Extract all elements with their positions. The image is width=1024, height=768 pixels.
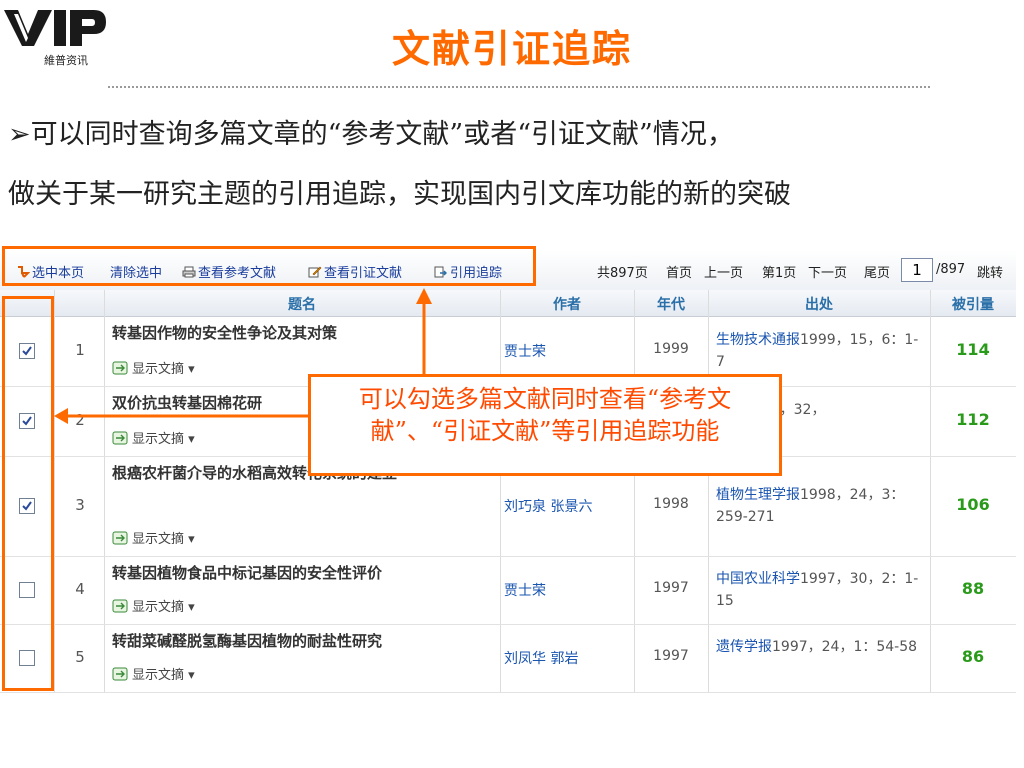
row-year: 1997 [653, 580, 689, 596]
column-cited[interactable]: 被引量 [930, 294, 1016, 314]
pager-page-total: /897 [936, 262, 966, 277]
pager-last[interactable]: 尾页 [864, 262, 890, 281]
show-abstract-label: 显示文摘 [132, 432, 185, 447]
row-cited-count[interactable]: 106 [930, 495, 1016, 514]
row-year: 1998 [653, 496, 689, 512]
table-row: 4 转基因植物食品中标记基因的安全性评价 显示文摘 ▾ 贾士荣 1997 中国农业科学19… [0, 556, 1016, 625]
row-cited-count[interactable]: 86 [930, 647, 1016, 666]
row-source: 生物技术通报1999，15，6：1-7 [716, 329, 926, 373]
show-abstract-toggle[interactable]: 显示文摘 ▾ [112, 528, 195, 547]
column-year[interactable]: 年代 [634, 294, 708, 314]
show-abstract-label: 显示文摘 [132, 668, 185, 683]
show-abstract-toggle[interactable]: 显示文摘 ▾ [112, 664, 195, 683]
row-cited-count[interactable]: 88 [930, 579, 1016, 598]
show-abstract-label: 显示文摘 [132, 362, 185, 377]
title-divider [108, 86, 930, 88]
toolbar-highlight-box [2, 246, 536, 286]
show-abstract-toggle[interactable]: 显示文摘 ▾ [112, 428, 195, 447]
chevron-down-icon: ▾ [184, 668, 195, 683]
chevron-down-icon: ▾ [184, 532, 195, 547]
row-source: 中国农业科学1997，30，2：1-15 [716, 568, 926, 612]
row-number: 2 [75, 411, 85, 429]
slide-title: 文献引证追踪 [391, 27, 632, 71]
row-journal[interactable]: 植物生理学报 [716, 487, 800, 503]
row-journal[interactable]: 遗传学报 [716, 639, 772, 655]
row-author[interactable]: 刘巧泉 张景六 [504, 496, 634, 516]
table-row: 5 转甜菜碱醛脱氢酶基因植物的耐盐性研究 显示文摘 ▾ 刘凤华 郭岩 1997 遗传学报1… [0, 624, 1016, 693]
pager-next[interactable]: 下一页 [808, 262, 847, 281]
chevron-down-icon: ▾ [184, 600, 195, 615]
show-abstract-toggle[interactable]: 显示文摘 ▾ [112, 358, 195, 377]
pager-total: 共897页 [597, 266, 648, 281]
row-author[interactable]: 贾士荣 [504, 341, 634, 361]
pager-prev[interactable]: 上一页 [704, 262, 743, 281]
row-cited-count[interactable]: 114 [930, 340, 1016, 359]
row-title[interactable]: 转基因植物食品中标记基因的安全性评价 [112, 562, 494, 584]
row-cited-count[interactable]: 112 [930, 410, 1016, 429]
callout-box: 可以勾选多篇文献同时查看“参考文献”、“引证文献”等引用追踪功能 [308, 374, 782, 476]
pager-first[interactable]: 首页 [666, 262, 692, 281]
jump-button[interactable]: 跳转 [977, 262, 1003, 281]
checkbox-column-highlight-box [2, 296, 54, 691]
row-number: 3 [75, 496, 85, 514]
column-title[interactable]: 题名 [104, 294, 500, 314]
row-journal[interactable]: 生物技术通报 [716, 332, 800, 348]
row-title[interactable]: 转基因作物的安全性争论及其对策 [112, 322, 494, 344]
show-abstract-label: 显示文摘 [132, 600, 185, 615]
abstract-icon [112, 431, 128, 445]
row-number: 4 [75, 580, 85, 598]
row-number: 5 [75, 648, 85, 666]
row-source-detail: 1997，24，1：54-58 [772, 639, 918, 655]
row-source: 植物生理学报1998，24，3：259-271 [716, 484, 926, 528]
abstract-icon [112, 361, 128, 375]
row-number: 1 [75, 341, 85, 359]
row-author[interactable]: 刘凤华 郭岩 [504, 648, 634, 668]
row-year: 1999 [653, 341, 689, 357]
row-author[interactable]: 贾士荣 [504, 580, 634, 600]
column-author[interactable]: 作者 [500, 294, 634, 314]
abstract-icon [112, 531, 128, 545]
description-line-1: ➢可以同时查询多篇文章的“参考文献”或者“引证文献”情况， [8, 119, 734, 150]
table-header: 题名 作者 年代 出处 被引量 [0, 290, 1016, 317]
pager-current: 第1页 [762, 266, 797, 281]
row-source: 遗传学报1997，24，1：54-58 [716, 636, 926, 658]
chevron-down-icon: ▾ [184, 362, 195, 377]
chevron-down-icon: ▾ [184, 432, 195, 447]
show-abstract-label: 显示文摘 [132, 532, 185, 547]
column-source[interactable]: 出处 [708, 294, 930, 314]
show-abstract-toggle[interactable]: 显示文摘 ▾ [112, 596, 195, 615]
page-number-input[interactable] [901, 258, 933, 282]
description-line-2: 做关于某一研究主题的引用追踪，实现国内引文库功能的新的突破 [8, 179, 791, 210]
abstract-icon [112, 667, 128, 681]
row-journal[interactable]: 中国农业科学 [716, 571, 800, 587]
abstract-icon [112, 599, 128, 613]
row-title[interactable]: 转甜菜碱醛脱氢酶基因植物的耐盐性研究 [112, 630, 494, 652]
row-year: 1997 [653, 648, 689, 664]
